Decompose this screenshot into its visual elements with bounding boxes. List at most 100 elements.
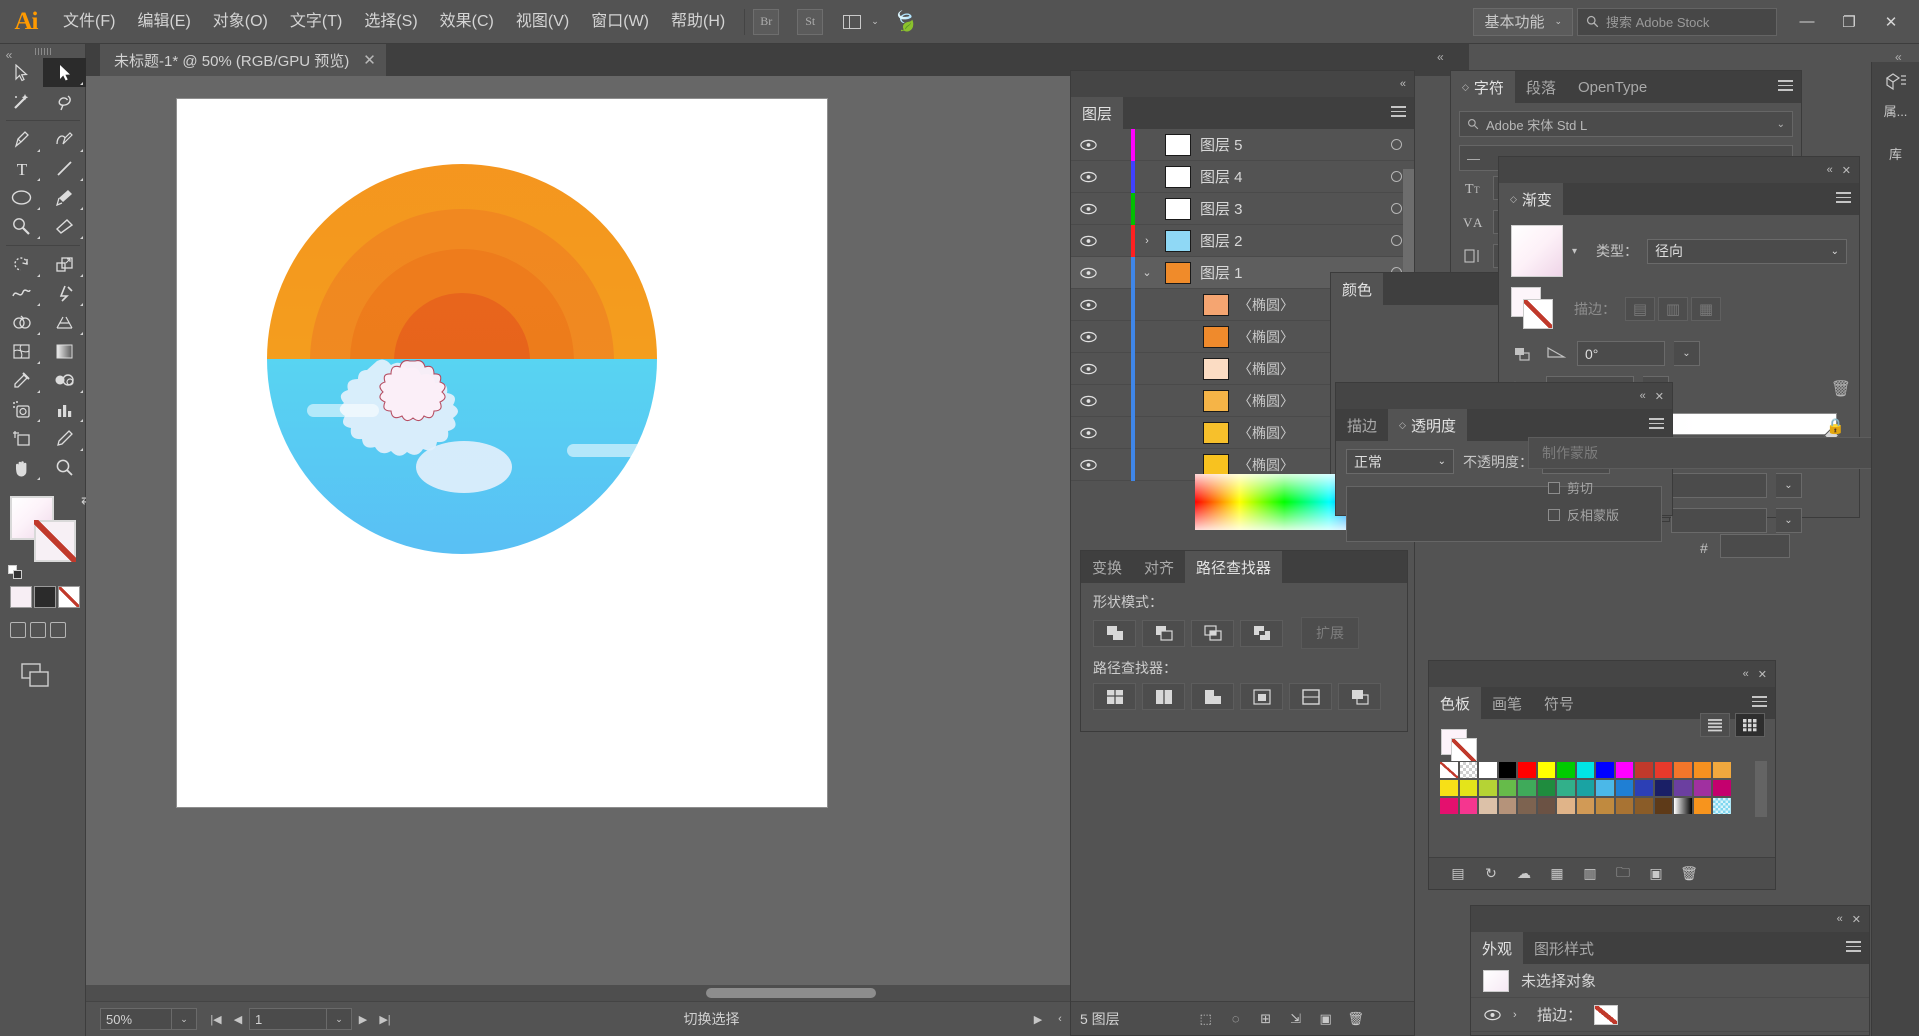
tool-paintbrush[interactable]	[43, 183, 86, 212]
new-folder-icon[interactable]: 🗀	[1608, 861, 1638, 887]
eye-icon[interactable]	[1071, 427, 1105, 439]
expand-button[interactable]: 扩展	[1301, 617, 1359, 649]
divide-button[interactable]	[1093, 683, 1136, 710]
chevron-down-icon[interactable]: ⌄	[1777, 119, 1785, 130]
reverse-gradient-icon[interactable]	[1511, 342, 1537, 366]
gradient-panel-menu-icon[interactable]	[1836, 192, 1851, 204]
layer-name[interactable]: 图层 4	[1200, 166, 1391, 187]
tab-graphic-styles[interactable]: 图形样式	[1523, 932, 1606, 964]
swatch-cell[interactable]	[1692, 779, 1712, 797]
new-layer-icon[interactable]: ▣	[1312, 1006, 1340, 1032]
eye-icon[interactable]	[1483, 1009, 1501, 1021]
artboard-dropdown[interactable]: ⌄	[326, 1008, 352, 1030]
fill-stroke-control[interactable]: ⇄	[8, 492, 92, 579]
swatch-cell[interactable]	[1614, 761, 1634, 779]
layer-row[interactable]: 图层 5	[1071, 128, 1414, 161]
appearance-stroke-swatch[interactable]	[1594, 1004, 1619, 1025]
tool-slice[interactable]	[43, 424, 86, 453]
character-panel-menu-icon[interactable]	[1778, 80, 1793, 92]
swatch-cell[interactable]	[1653, 761, 1673, 779]
status-prev-icon[interactable]: ‹	[1049, 1008, 1071, 1030]
layer-target-circle[interactable]	[1391, 139, 1402, 150]
eye-icon[interactable]	[1071, 203, 1105, 215]
menu-view[interactable]: 视图(V)	[505, 0, 580, 44]
locate-object-icon[interactable]: ⬚	[1192, 1006, 1220, 1032]
swatch-cell[interactable]	[1439, 797, 1459, 815]
draw-inside-icon[interactable]	[50, 622, 66, 638]
swatch-cell[interactable]	[1712, 797, 1732, 815]
grid-view-icon[interactable]	[1735, 713, 1765, 737]
collapse-left-icon[interactable]: «	[0, 48, 18, 62]
close-icon[interactable]: ✕	[1842, 164, 1851, 177]
menu-select[interactable]: 选择(S)	[353, 0, 428, 44]
blend-mode-select[interactable]: 正常 ⌄	[1346, 449, 1454, 474]
swatch-cell[interactable]	[1692, 797, 1712, 815]
delete-swatch-icon[interactable]: 🗑	[1674, 861, 1704, 887]
merge-button[interactable]	[1191, 683, 1234, 710]
layer-row[interactable]: 图层 3	[1071, 192, 1414, 225]
close-icon[interactable]: ✕	[1655, 390, 1664, 403]
unite-button[interactable]	[1093, 619, 1136, 647]
layer-name[interactable]: 图层 5	[1200, 134, 1391, 155]
chevron-right-icon[interactable]: ›	[1513, 1009, 1525, 1021]
tab-symbols[interactable]: 符号	[1533, 687, 1586, 719]
tool-width[interactable]	[0, 279, 43, 308]
swatch-cell[interactable]	[1556, 797, 1576, 815]
close-icon[interactable]: ✕	[1852, 913, 1861, 926]
tab-color[interactable]: 颜色	[1331, 273, 1384, 305]
swatch-cell[interactable]	[1497, 797, 1517, 815]
stroke-along-icon[interactable]: ▥	[1658, 297, 1688, 321]
menu-edit[interactable]: 编辑(E)	[126, 0, 201, 44]
appearance-panel-menu-icon[interactable]	[1846, 941, 1861, 953]
tab-opentype[interactable]: OpenType	[1566, 71, 1659, 103]
swatch-cell[interactable]	[1653, 779, 1673, 797]
list-view-icon[interactable]	[1700, 713, 1730, 737]
collapse-icon[interactable]: «	[1837, 913, 1843, 925]
lock-icon[interactable]: 🔒	[1826, 417, 1845, 435]
leaf-icon[interactable]: 🍃	[889, 5, 921, 37]
tool-shape-builder[interactable]	[0, 308, 43, 337]
swatch-cell[interactable]	[1673, 779, 1693, 797]
crop-button[interactable]	[1240, 683, 1283, 710]
status-play-icon[interactable]: ▶	[1027, 1008, 1049, 1030]
zoom-level-input[interactable]: 50%	[100, 1008, 172, 1030]
swatch-cell[interactable]	[1458, 797, 1478, 815]
layer-row[interactable]: 图层 4	[1071, 160, 1414, 193]
make-mask-button[interactable]: 制作蒙版	[1528, 437, 1901, 469]
layer-target-circle[interactable]	[1391, 235, 1402, 246]
collapse-icon[interactable]: «	[1827, 164, 1833, 176]
tool-type[interactable]: T	[0, 154, 43, 183]
tool-mesh[interactable]	[0, 337, 43, 366]
swatch-cell[interactable]	[1458, 779, 1478, 797]
minus-back-button[interactable]	[1338, 683, 1381, 710]
tool-artboard[interactable]	[0, 424, 43, 453]
stock-icon[interactable]: St	[797, 8, 824, 35]
layer-name[interactable]: 图层 3	[1200, 198, 1391, 219]
tool-scale[interactable]	[43, 250, 86, 279]
swatch-cell[interactable]	[1536, 797, 1556, 815]
draw-normal-icon[interactable]	[10, 622, 26, 638]
clip-checkbox-row[interactable]: 剪切	[1548, 478, 1897, 497]
tab-stroke[interactable]: 描边	[1336, 409, 1389, 441]
transparency-panel-menu-icon[interactable]	[1649, 418, 1664, 430]
screen-mode-button[interactable]	[20, 662, 54, 690]
swatch-cell[interactable]	[1595, 797, 1615, 815]
swatch-cell[interactable]	[1439, 761, 1459, 779]
swatch-cell[interactable]	[1517, 797, 1537, 815]
tool-gradient[interactable]	[43, 337, 86, 366]
swatch-cell[interactable]	[1458, 761, 1478, 779]
swatch-cell[interactable]	[1478, 797, 1498, 815]
tool-line-segment[interactable]	[43, 154, 86, 183]
default-fill-stroke-icon[interactable]	[8, 565, 23, 580]
font-family-input[interactable]: Adobe 宋体 Std L ⌄	[1459, 111, 1793, 137]
stroke-across-icon[interactable]: ▦	[1691, 297, 1721, 321]
delete-layer-icon[interactable]: 🗑	[1342, 1006, 1370, 1032]
bridge-icon[interactable]: Br	[753, 8, 780, 35]
swatch-libraries-icon[interactable]: ▤	[1443, 861, 1473, 887]
color-button[interactable]	[10, 586, 32, 608]
tab-transform[interactable]: 变换	[1081, 551, 1134, 583]
swatch-cell[interactable]	[1712, 779, 1732, 797]
swatch-cell[interactable]	[1712, 761, 1732, 779]
collapse-icon[interactable]: «	[1640, 390, 1646, 402]
gradient-type-select[interactable]: 径向 ⌄	[1647, 238, 1847, 264]
